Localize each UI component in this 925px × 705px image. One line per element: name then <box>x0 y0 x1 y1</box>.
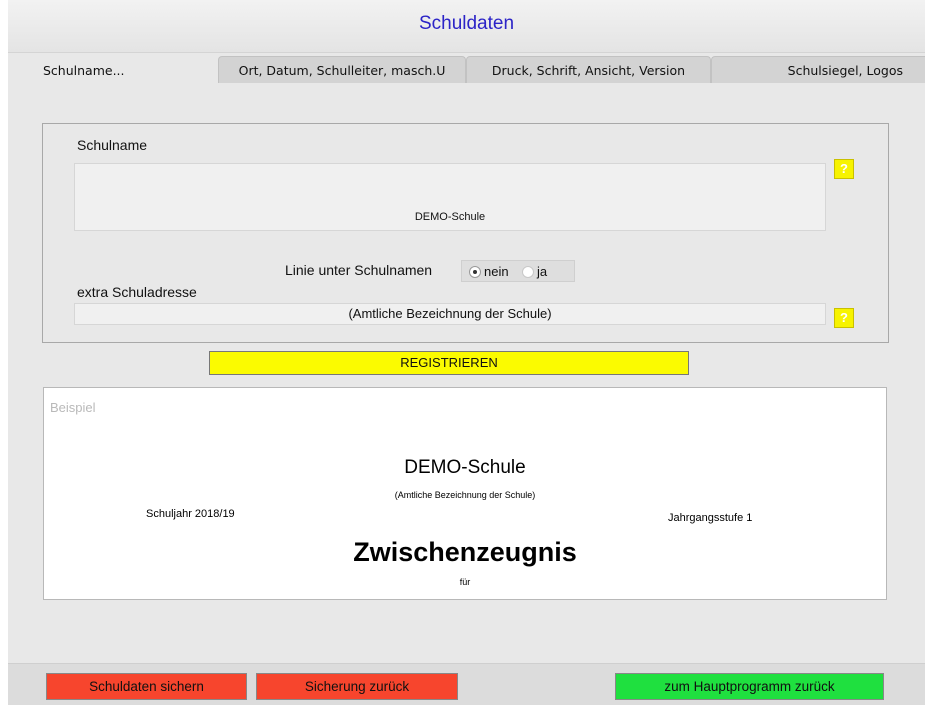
radio-label-nein: nein <box>484 264 509 279</box>
preview-school-name: DEMO-Schule <box>404 457 526 478</box>
tab-label: Schulname... <box>43 63 125 78</box>
adresse-label: extra Schuladresse <box>77 284 197 300</box>
preview-panel: Beispiel DEMO-Schule (Amtliche Bezeichnu… <box>43 387 887 600</box>
tab-label: Schulsiegel, Logos <box>787 63 903 78</box>
save-button[interactable]: Schuldaten sichern <box>46 673 247 700</box>
tab-druck-schrift[interactable]: Druck, Schrift, Ansicht, Version <box>466 56 711 84</box>
preview-heading: Beispiel <box>50 400 96 415</box>
tab-schulsiegel[interactable]: Schulsiegel, Logos <box>711 56 925 83</box>
schulname-label: Schulname <box>77 137 148 153</box>
schulname-value: DEMO-Schule <box>414 211 486 223</box>
preview-fuer: für <box>459 577 471 587</box>
schulname-field[interactable]: DEMO-Schule <box>74 163 826 231</box>
radio-button <box>522 266 534 278</box>
help-icon[interactable]: ? <box>834 159 854 179</box>
app-window: Schuldaten Schulname... Ort, Datum, Schu… <box>8 0 925 705</box>
title-bar: Schuldaten <box>8 0 925 53</box>
tab-label: Druck, Schrift, Ansicht, Version <box>491 63 686 78</box>
radio-label-ja: ja <box>537 264 548 279</box>
tab-content: Schulname DEMO-Schule ? Linie unter Schu… <box>8 83 925 663</box>
radio-button-selected <box>469 266 481 278</box>
adresse-field[interactable]: (Amtliche Bezeichnung der Schule) <box>74 303 826 325</box>
adresse-value: (Amtliche Bezeichnung der Schule) <box>348 306 552 321</box>
window-title: Schuldaten <box>418 13 515 34</box>
preview-jahrgang: Jahrgangsstufe 1 <box>668 512 753 524</box>
help-icon[interactable]: ? <box>834 308 854 328</box>
register-button[interactable]: REGISTRIEREN <box>209 351 689 375</box>
restore-button[interactable]: Sicherung zurück <box>256 673 458 700</box>
linie-radio-group: nein ja <box>461 260 575 282</box>
footer-bar: Schuldaten sichern Sicherung zurück zum … <box>8 663 925 705</box>
back-to-main-button[interactable]: zum Hauptprogramm zurück <box>615 673 884 700</box>
preview-doc-title: Zwischenzeugnis <box>353 537 577 567</box>
linie-label: Linie unter Schulnamen <box>285 262 433 278</box>
radio-ja[interactable]: ja <box>522 264 547 279</box>
tab-ort-datum[interactable]: Ort, Datum, Schulleiter, masch.U <box>218 56 466 84</box>
preview-school-subtitle: (Amtliche Bezeichnung der Schule) <box>394 490 536 500</box>
tab-label: Ort, Datum, Schulleiter, masch.U <box>238 63 446 78</box>
tab-schulname[interactable]: Schulname... <box>12 56 218 83</box>
radio-nein[interactable]: nein <box>469 264 509 279</box>
preview-schuljahr: Schuljahr 2018/19 <box>146 508 235 520</box>
schulname-group: Schulname DEMO-Schule ? Linie unter Schu… <box>42 123 889 343</box>
